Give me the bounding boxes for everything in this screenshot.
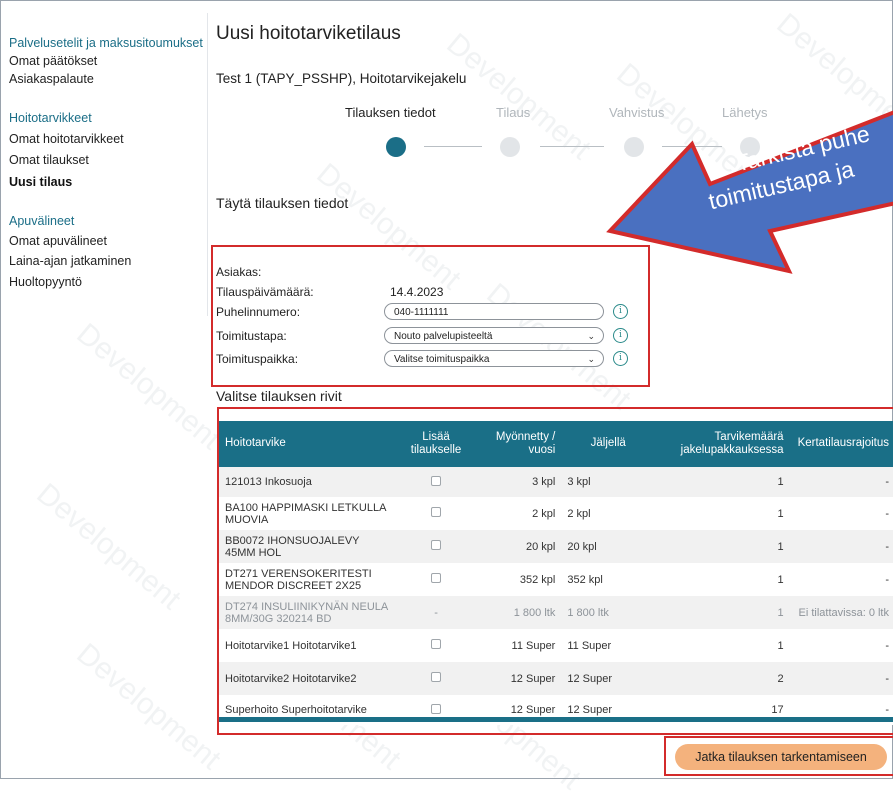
page-subtitle: Test 1 (TAPY_PSSHP), Hoitotarvikejakelu <box>216 71 467 86</box>
step-dot <box>500 137 520 157</box>
cell-limit: - <box>885 639 889 652</box>
continue-button[interactable]: Jatka tilauksen tarkentamiseen <box>675 744 887 770</box>
page-title: Uusi hoitotarviketilaus <box>216 23 401 44</box>
cell-limit: - <box>885 540 889 553</box>
cell-limit: - <box>885 672 889 685</box>
cell-granted: 12 Super <box>510 672 556 685</box>
cell-add <box>394 629 478 662</box>
sidebar-link-palvelusetelit[interactable]: Palvelusetelit ja maksusitoumukset <box>9 36 203 50</box>
add-checkbox[interactable] <box>431 475 442 486</box>
order-date-value: 14.4.2023 <box>390 285 444 299</box>
sidebar-item-huoltopyynto[interactable]: Huoltopyyntö <box>9 275 82 289</box>
column-header-remaining: Jäljellä <box>590 437 626 450</box>
add-checkbox[interactable] <box>431 639 442 649</box>
table-row-disabled: DT274 INSULIINIKYNÄN NEULA 8MM/30G 32021… <box>219 596 893 629</box>
table-header-row: Hoitotarvike Lisää tilaukselle Myönnetty… <box>219 421 893 467</box>
sidebar-item-omat-paatokset[interactable]: Omat päätökset <box>9 54 97 68</box>
cell-pack: 1 <box>777 573 784 586</box>
step-dot-active <box>386 137 406 157</box>
column-header-add: Lisää tilaukselle <box>410 430 462 456</box>
step-connector <box>424 146 482 147</box>
cell-pack: 1 <box>777 507 784 520</box>
order-date-label: Tilauspäivämäärä: <box>216 285 314 299</box>
cell-granted: 1 800 ltk <box>513 606 556 619</box>
cell-remaining: 352 kpl <box>567 573 603 586</box>
form-section-title: Täytä tilauksen tiedot <box>216 195 349 211</box>
column-header-name: Hoitotarvike <box>225 437 286 450</box>
table-row: BA100 HAPPIMASKI LETKULLA MUOVIA 2 kpl 2… <box>219 497 893 530</box>
delivery-method-value: Nouto palvelupisteeltä <box>394 331 493 342</box>
cell-remaining: 3 kpl <box>567 476 591 488</box>
add-checkbox[interactable] <box>431 573 442 583</box>
chevron-down-icon: ⌄ <box>587 354 595 364</box>
cell-limit: - <box>885 476 889 488</box>
delivery-method-label: Toimitustapa: <box>216 329 287 343</box>
cell-limit: - <box>885 507 889 520</box>
cell-name: BB0072 IHONSUOJALEVY 45MM HOL <box>225 534 360 559</box>
table-row: 121013 Inkosuoja 3 kpl 3 kpl 1 - <box>219 467 893 497</box>
step-label-tilauksen-tiedot: Tilauksen tiedot <box>345 105 436 120</box>
cell-granted: 11 Super <box>511 639 556 652</box>
table-section-title: Valitse tilauksen rivit <box>216 388 342 404</box>
cell-name: BA100 HAPPIMASKI LETKULLA MUOVIA <box>225 501 386 526</box>
cell-name: DT274 INSULIINIKYNÄN NEULA 8MM/30G 32021… <box>225 600 388 625</box>
table-row: DT271 VERENSOKERITESTI MENDOR DISCREET 2… <box>219 563 893 596</box>
step-label-tilaus: Tilaus <box>496 105 531 120</box>
delivery-place-value: Valitse toimituspaikka <box>394 354 490 365</box>
add-checkbox[interactable] <box>431 703 442 714</box>
customer-label: Asiakas: <box>216 265 262 279</box>
cell-name: DT271 VERENSOKERITESTI MENDOR DISCREET 2… <box>225 567 372 592</box>
add-checkbox[interactable] <box>431 672 442 682</box>
cell-add <box>394 662 478 695</box>
sidebar: Palvelusetelit ja maksusitoumukset Omat … <box>9 13 208 316</box>
cell-remaining: 20 kpl <box>567 540 597 553</box>
info-icon[interactable]: i <box>613 351 628 366</box>
cell-remaining: 12 Super <box>567 672 612 685</box>
add-checkbox[interactable] <box>431 540 442 550</box>
table-row: Hoitotarvike2 Hoitotarvike2 12 Super 12 … <box>219 662 893 695</box>
sidebar-section-hoitotarvikkeet[interactable]: Hoitotarvikkeet <box>9 111 92 125</box>
sidebar-item-asiakaspalaute[interactable]: Asiakaspalaute <box>9 72 94 86</box>
cell-pack: 2 <box>777 672 784 685</box>
cell-granted: 352 kpl <box>519 573 556 586</box>
sidebar-item-omat-apuvalineet[interactable]: Omat apuvälineet <box>9 234 107 248</box>
add-checkbox[interactable] <box>431 507 442 517</box>
cell-add: - <box>434 606 438 619</box>
delivery-place-label: Toimituspaikka: <box>216 352 299 366</box>
sidebar-item-omat-tilaukset[interactable]: Omat tilaukset <box>9 153 89 167</box>
cell-pack: 1 <box>777 606 784 619</box>
sidebar-item-omat-hoitotarvikkeet[interactable]: Omat hoitotarvikkeet <box>9 132 124 146</box>
cell-remaining: 1 800 ltk <box>567 606 609 619</box>
order-rows-table: Hoitotarvike Lisää tilaukselle Myönnetty… <box>219 421 893 725</box>
cell-add <box>394 497 478 530</box>
cell-limit: - <box>885 573 889 586</box>
column-header-pack: Tarvikemäärä jakelupakkauksessa <box>680 430 784 456</box>
cell-granted: 2 kpl <box>532 507 556 520</box>
cell-pack: 1 <box>777 540 784 553</box>
cell-add <box>394 563 478 596</box>
table-footer-bar <box>219 717 893 722</box>
cell-name: 121013 Inkosuoja <box>225 476 312 488</box>
cell-granted: 20 kpl <box>525 540 556 553</box>
cell-add <box>394 467 478 497</box>
delivery-place-select[interactable]: Valitse toimituspaikka ⌄ <box>384 350 604 367</box>
cell-name: Hoitotarvike1 Hoitotarvike1 <box>225 639 357 652</box>
cell-granted: 3 kpl <box>532 476 556 488</box>
cell-remaining: 2 kpl <box>567 507 591 520</box>
cell-remaining: 11 Super <box>567 639 612 652</box>
cell-name: Hoitotarvike2 Hoitotarvike2 <box>225 672 357 685</box>
sidebar-item-uusi-tilaus[interactable]: Uusi tilaus <box>9 175 72 189</box>
cell-add <box>394 530 478 563</box>
column-header-limit: Kertatilausrajoitus <box>797 437 889 450</box>
cell-limit: Ei tilattavissa: 0 ltk <box>798 606 889 619</box>
table-row: Hoitotarvike1 Hoitotarvike1 11 Super 11 … <box>219 629 893 662</box>
cell-pack: 1 <box>777 639 784 652</box>
sidebar-section-apuvalineet[interactable]: Apuvälineet <box>9 214 74 228</box>
column-header-granted: Myönnetty / vuosi <box>495 430 556 456</box>
sidebar-item-laina-ajan-jatkaminen[interactable]: Laina-ajan jatkaminen <box>9 254 131 268</box>
cell-pack: 1 <box>777 476 784 488</box>
phone-label: Puhelinnumero: <box>216 305 301 319</box>
table-row: BB0072 IHONSUOJALEVY 45MM HOL 20 kpl 20 … <box>219 530 893 563</box>
